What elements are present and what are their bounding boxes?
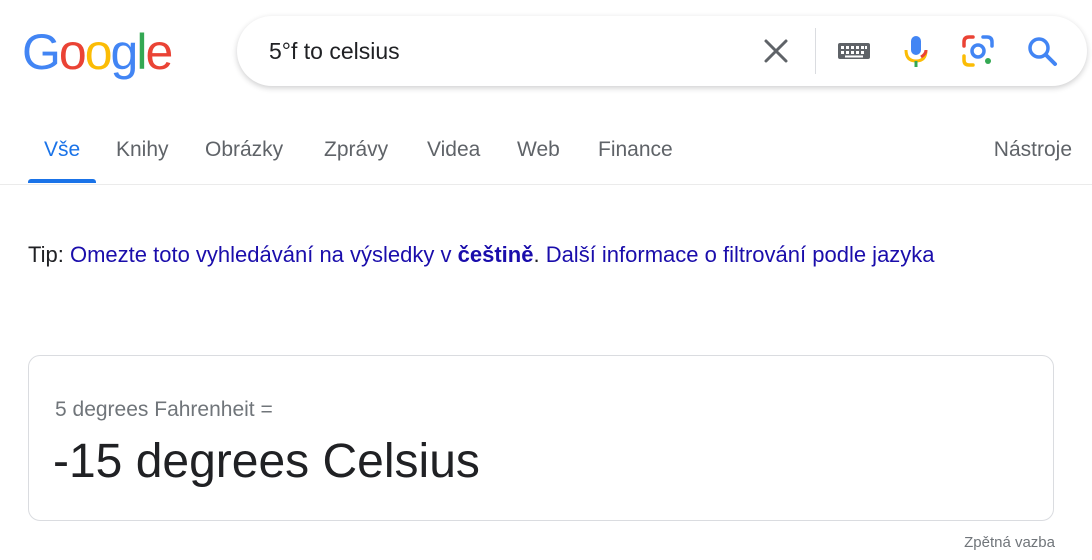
tab-web[interactable]: Web: [517, 138, 560, 162]
search-input[interactable]: 5°f to celsius: [269, 38, 400, 65]
tab-news[interactable]: Zprávy: [324, 138, 388, 162]
tab-videos[interactable]: Videa: [427, 138, 480, 162]
tab-all[interactable]: Vše: [44, 138, 80, 162]
tab-finance[interactable]: Finance: [598, 138, 673, 162]
conversion-input-text: 5 degrees Fahrenheit =: [55, 398, 273, 421]
close-icon[interactable]: [759, 34, 793, 68]
search-tabs: Vše Knihy Obrázky Zprávy Videa Web Finan…: [0, 118, 1092, 185]
tab-books[interactable]: Knihy: [116, 138, 169, 162]
search-box[interactable]: 5°f to celsius: [237, 16, 1087, 86]
language-name: češtině: [457, 242, 534, 267]
search-icon[interactable]: [1023, 32, 1061, 70]
conversion-result: -15 degrees Celsius: [53, 435, 480, 488]
microphone-icon[interactable]: [897, 32, 935, 70]
tools-button[interactable]: Nástroje: [994, 138, 1072, 162]
restrict-language-link[interactable]: Omezte toto vyhledávání na výsledky v če…: [70, 242, 533, 267]
keyboard-icon[interactable]: [835, 32, 873, 70]
search-divider: [815, 28, 816, 74]
google-lens-icon[interactable]: [959, 32, 997, 70]
active-tab-indicator: [28, 179, 96, 183]
feedback-link[interactable]: Zpětná vazba: [964, 534, 1055, 551]
logo-letter: g: [110, 24, 139, 80]
restrict-language-text: Omezte toto vyhledávání na výsledky v: [69, 242, 458, 267]
logo-letter: G: [22, 24, 61, 80]
logo-letter: e: [145, 24, 173, 80]
tip-prefix: Tip:: [28, 242, 70, 267]
language-tip: Tip: Omezte toto vyhledávání na výsledky…: [28, 235, 1028, 274]
conversion-card: 5 degrees Fahrenheit = -15 degrees Celsi…: [28, 355, 1054, 521]
tab-images[interactable]: Obrázky: [205, 138, 283, 162]
google-logo[interactable]: Google: [22, 24, 173, 80]
logo-letter: l: [136, 24, 147, 80]
logo-letter: o: [58, 24, 87, 80]
language-filter-info-link[interactable]: Další informace o filtrování podle jazyk…: [546, 242, 935, 267]
logo-letter: o: [84, 24, 113, 80]
tip-separator: .: [533, 242, 546, 267]
